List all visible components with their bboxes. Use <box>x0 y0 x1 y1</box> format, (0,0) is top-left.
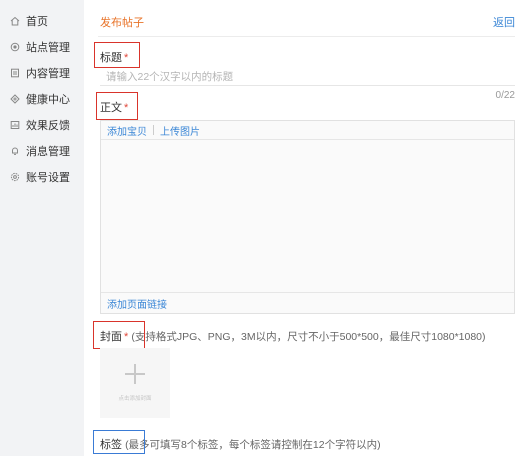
sidebar-item-label: 效果反馈 <box>26 120 70 132</box>
sidebar-item-account[interactable]: 账号设置 <box>0 166 84 188</box>
sidebar-item-label: 首页 <box>26 16 48 28</box>
sidebar: 首页 站点管理 内容管理 健康中心 效果反馈 消息管理 账号设置 <box>0 0 84 456</box>
editor-text-area[interactable] <box>101 140 514 293</box>
cover-upload-caption: 点击添加封面 <box>118 396 152 402</box>
main-panel: 发布帖子 返回 标题* 正文* 0/22 添加宝贝 上传图片 添加页面链接 封面… <box>84 0 515 456</box>
cover-label: 封面 * (支持格式JPG、PNG，3M以内，尺寸不小于500*500，最佳尺寸1… <box>100 328 486 344</box>
highlight-box-tags <box>93 430 145 454</box>
document-icon <box>10 68 20 78</box>
editor-footer: 添加页面链接 <box>101 292 514 313</box>
sidebar-item-label: 消息管理 <box>26 146 70 158</box>
editor-toolbar: 添加宝贝 上传图片 <box>101 121 514 140</box>
highlight-box-title <box>94 42 140 68</box>
globe-icon <box>10 42 20 52</box>
char-counter: 0/22 <box>495 90 515 101</box>
body-editor: 添加宝贝 上传图片 添加页面链接 <box>100 120 515 314</box>
bell-icon <box>10 146 20 156</box>
sidebar-item-label: 健康中心 <box>26 94 70 106</box>
add-product-button[interactable]: 添加宝贝 <box>101 123 153 138</box>
tags-hint: (最多可填写8个标签，每个标签请控制在12个字符以内) <box>125 439 381 451</box>
sidebar-item-label: 账号设置 <box>26 172 70 184</box>
gear-icon <box>10 172 20 182</box>
highlight-box-cover <box>93 321 145 349</box>
upload-image-button[interactable]: 上传图片 <box>154 123 206 138</box>
plus-icon <box>125 364 145 384</box>
highlight-box-body <box>96 92 138 120</box>
sidebar-item-feedback[interactable]: 效果反馈 <box>0 114 84 136</box>
cover-hint: (支持格式JPG、PNG，3M以内，尺寸不小于500*500，最佳尺寸1080*… <box>131 331 486 343</box>
page-title: 发布帖子 <box>100 17 144 29</box>
divider <box>98 36 515 37</box>
sidebar-item-home[interactable]: 首页 <box>0 10 84 32</box>
cover-upload-button[interactable]: 点击添加封面 <box>100 348 170 418</box>
sidebar-item-label: 站点管理 <box>26 42 70 54</box>
chart-icon <box>10 120 20 130</box>
sidebar-item-content[interactable]: 内容管理 <box>0 62 84 84</box>
sidebar-item-messages[interactable]: 消息管理 <box>0 140 84 162</box>
home-icon <box>10 16 20 26</box>
sidebar-item-health[interactable]: 健康中心 <box>0 88 84 110</box>
sidebar-item-sites[interactable]: 站点管理 <box>0 36 84 58</box>
shield-icon <box>10 94 20 104</box>
back-link[interactable]: 返回 <box>493 14 515 30</box>
title-input[interactable] <box>100 68 515 86</box>
add-page-link-button[interactable]: 添加页面链接 <box>101 296 167 311</box>
sidebar-item-label: 内容管理 <box>26 68 70 80</box>
